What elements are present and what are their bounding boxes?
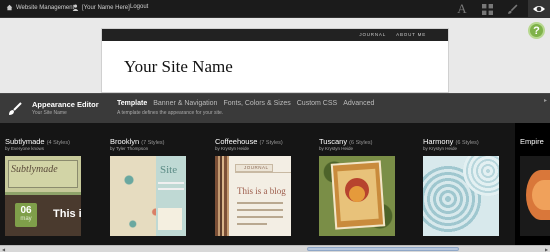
- site-title: Your Site Name: [124, 57, 233, 76]
- eye-icon: [533, 6, 545, 12]
- theme-name: Coffeehouse (7 Styles): [215, 137, 283, 146]
- user-icon: [72, 4, 79, 11]
- theme-thumbnail: Site: [110, 156, 186, 236]
- theme-name: Empire: [520, 137, 544, 146]
- collapse-arrow-icon[interactable]: ▸: [544, 97, 547, 104]
- help-button[interactable]: ?: [528, 22, 545, 39]
- theme-author: by Krystyn Heide: [423, 146, 458, 151]
- theme-name: Harmony (6 Styles): [423, 137, 479, 146]
- tab-banner-navigation[interactable]: Banner & Navigation: [153, 100, 217, 107]
- tab-fonts-colors-sizes[interactable]: Fonts, Colors & Sizes: [223, 100, 290, 107]
- theme-name: Brooklyn (7 Styles): [110, 137, 165, 146]
- theme-card-coffeehouse[interactable]: Coffeehouse (7 Styles) by Krystyn Heide …: [210, 123, 314, 245]
- paintbrush-icon: [9, 102, 22, 115]
- theme-thumbnail: [423, 156, 499, 236]
- theme-name: Tuscany (6 Styles): [319, 137, 373, 146]
- website-management-link[interactable]: Website Management: [6, 4, 74, 11]
- theme-author: by Krystyn Heide: [215, 146, 250, 151]
- appearance-editor-header: Appearance Editor Your Site Name Templat…: [0, 93, 550, 123]
- font-tool-button[interactable]: A: [451, 0, 473, 18]
- scrollbar-thumb[interactable]: [307, 247, 459, 251]
- theme-card-brooklyn[interactable]: Brooklyn (7 Styles) by Tyler Thompson Si…: [105, 123, 209, 245]
- theme-card-tuscany[interactable]: Tuscany (6 Styles) by Krystyn Heide: [314, 123, 418, 245]
- theme-thumbnail: Subtlymade 06 may This i: [5, 156, 81, 236]
- user-name: [Your Name Here]: [82, 4, 130, 11]
- paintbrush-icon: [507, 4, 517, 14]
- editor-title: Appearance Editor: [32, 100, 99, 109]
- horizontal-scrollbar[interactable]: ◀ ▶: [0, 245, 550, 252]
- theme-gallery: Subtlymade (4 Styles) by Everyone knows …: [0, 123, 550, 245]
- tab-description: A template defines the appearance for yo…: [117, 110, 224, 116]
- preview-toggle-button[interactable]: [528, 0, 550, 18]
- grid-icon: [481, 3, 493, 15]
- editor-subtitle: Your Site Name: [32, 110, 67, 116]
- site-nav-journal[interactable]: JOURNAL: [359, 32, 386, 37]
- site-frame: JOURNAL ABOUT ME Your Site Name: [101, 28, 449, 93]
- theme-thumbnail: JOURNAL This is a blog: [215, 156, 291, 236]
- theme-thumbnail: [319, 156, 395, 236]
- help-label: ?: [533, 24, 540, 37]
- theme-thumbnail: [520, 156, 550, 236]
- admin-toolbar: Website Management [Your Name Here] Logo…: [0, 0, 550, 18]
- site-nav-about[interactable]: ABOUT ME: [396, 32, 426, 37]
- tab-custom-css[interactable]: Custom CSS: [297, 100, 337, 107]
- theme-card-harmony[interactable]: Harmony (6 Styles) by Krystyn Heide: [418, 123, 522, 245]
- theme-name: Subtlymade (4 Styles): [5, 137, 70, 146]
- scroll-left-icon[interactable]: ◀: [0, 246, 7, 252]
- brush-tool-button[interactable]: [501, 0, 523, 18]
- layout-tool-button[interactable]: [476, 0, 498, 18]
- editor-tabs: Template Banner & Navigation Fonts, Colo…: [117, 100, 374, 107]
- theme-author: by Tyler Thompson: [110, 146, 149, 151]
- user-menu[interactable]: [Your Name Here]: [72, 4, 130, 11]
- tab-template[interactable]: Template: [117, 100, 147, 107]
- theme-author: by Krystyn Heide: [319, 146, 354, 151]
- logout-label: Logout: [130, 4, 149, 10]
- website-management-label: Website Management: [16, 4, 75, 11]
- site-preview: JOURNAL ABOUT ME Your Site Name ?: [0, 18, 550, 93]
- theme-author: by Everyone knows: [5, 146, 45, 151]
- tab-advanced[interactable]: Advanced: [343, 100, 374, 107]
- site-nav: JOURNAL ABOUT ME: [102, 29, 448, 41]
- font-icon: A: [457, 1, 467, 16]
- logout-link[interactable]: Logout: [130, 4, 148, 10]
- theme-card-subtlymade[interactable]: Subtlymade (4 Styles) by Everyone knows …: [0, 123, 104, 245]
- home-icon: [6, 4, 13, 11]
- theme-card-empire[interactable]: Empire: [515, 123, 550, 245]
- scroll-right-icon[interactable]: ▶: [543, 246, 550, 252]
